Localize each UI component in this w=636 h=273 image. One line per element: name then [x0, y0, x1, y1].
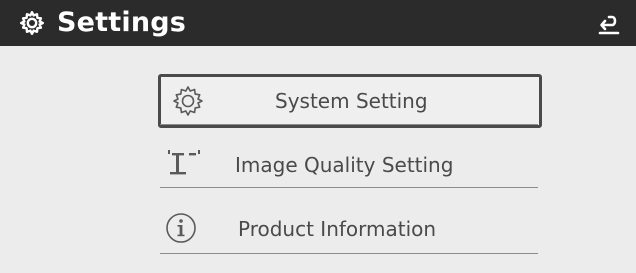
menu-item-image-quality-setting[interactable]: Image Quality Setting: [158, 138, 542, 192]
menu-item-label: System Setting: [275, 89, 428, 113]
image-quality-icon: [168, 150, 200, 175]
menu-item-product-information[interactable]: Product Information: [158, 202, 542, 256]
divider: [160, 187, 538, 188]
header-bar: Settings: [0, 0, 636, 46]
divider: [160, 253, 538, 254]
back-arrow-icon[interactable]: [596, 11, 622, 37]
page-title: Settings: [57, 7, 187, 38]
menu-item-label: Product Information: [238, 217, 437, 241]
gear-outline-icon: [173, 86, 203, 116]
divider: [160, 124, 538, 125]
info-icon: [166, 213, 196, 243]
settings-screen: Settings System Setting Image Quality Se…: [0, 0, 636, 273]
menu-item-label: Image Quality Setting: [235, 153, 454, 177]
menu-item-system-setting[interactable]: System Setting: [158, 74, 542, 128]
gear-icon: [20, 11, 44, 35]
